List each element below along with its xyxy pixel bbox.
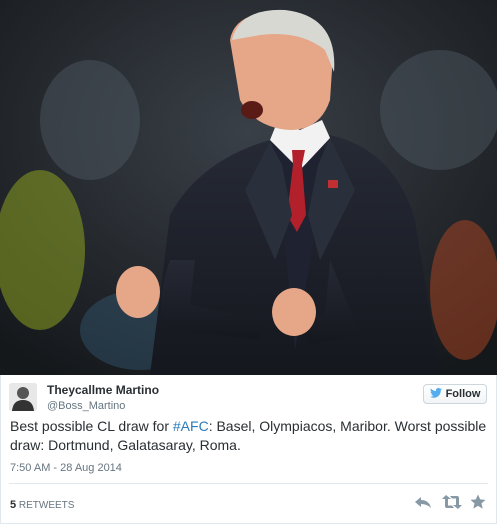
user-handle[interactable]: @Boss_Martino (47, 400, 125, 412)
retweet-label: RETWEETS (18, 500, 75, 511)
follow-button[interactable]: Follow (423, 384, 487, 404)
tweet-card: Theycallme Martino @Boss_Martino Follow … (0, 375, 497, 524)
divider (9, 483, 488, 484)
twitter-bird-icon (429, 387, 442, 401)
follow-label: Follow (445, 388, 481, 400)
retweet-count: 5 (10, 499, 17, 511)
hashtag-link[interactable]: #AFC (173, 418, 209, 434)
retweet-icon[interactable] (442, 494, 462, 510)
avatar[interactable] (9, 383, 37, 411)
celebrating-manager-image (0, 0, 497, 375)
star-icon[interactable] (470, 494, 488, 510)
avatar-image (9, 383, 37, 411)
tweet-photo[interactable] (0, 0, 497, 375)
tweet-text: Best possible CL draw for #AFC: Basel, O… (10, 417, 492, 455)
tweet-actions (414, 494, 488, 510)
tweet-text-before: Best possible CL draw for (10, 418, 173, 434)
tweet-timestamp[interactable]: 7:50 AM - 28 Aug 2014 (10, 462, 122, 474)
reply-icon[interactable] (414, 494, 432, 510)
display-name[interactable]: Theycallme Martino (47, 383, 159, 397)
retweet-stats[interactable]: 5 RETWEETS (10, 499, 74, 511)
